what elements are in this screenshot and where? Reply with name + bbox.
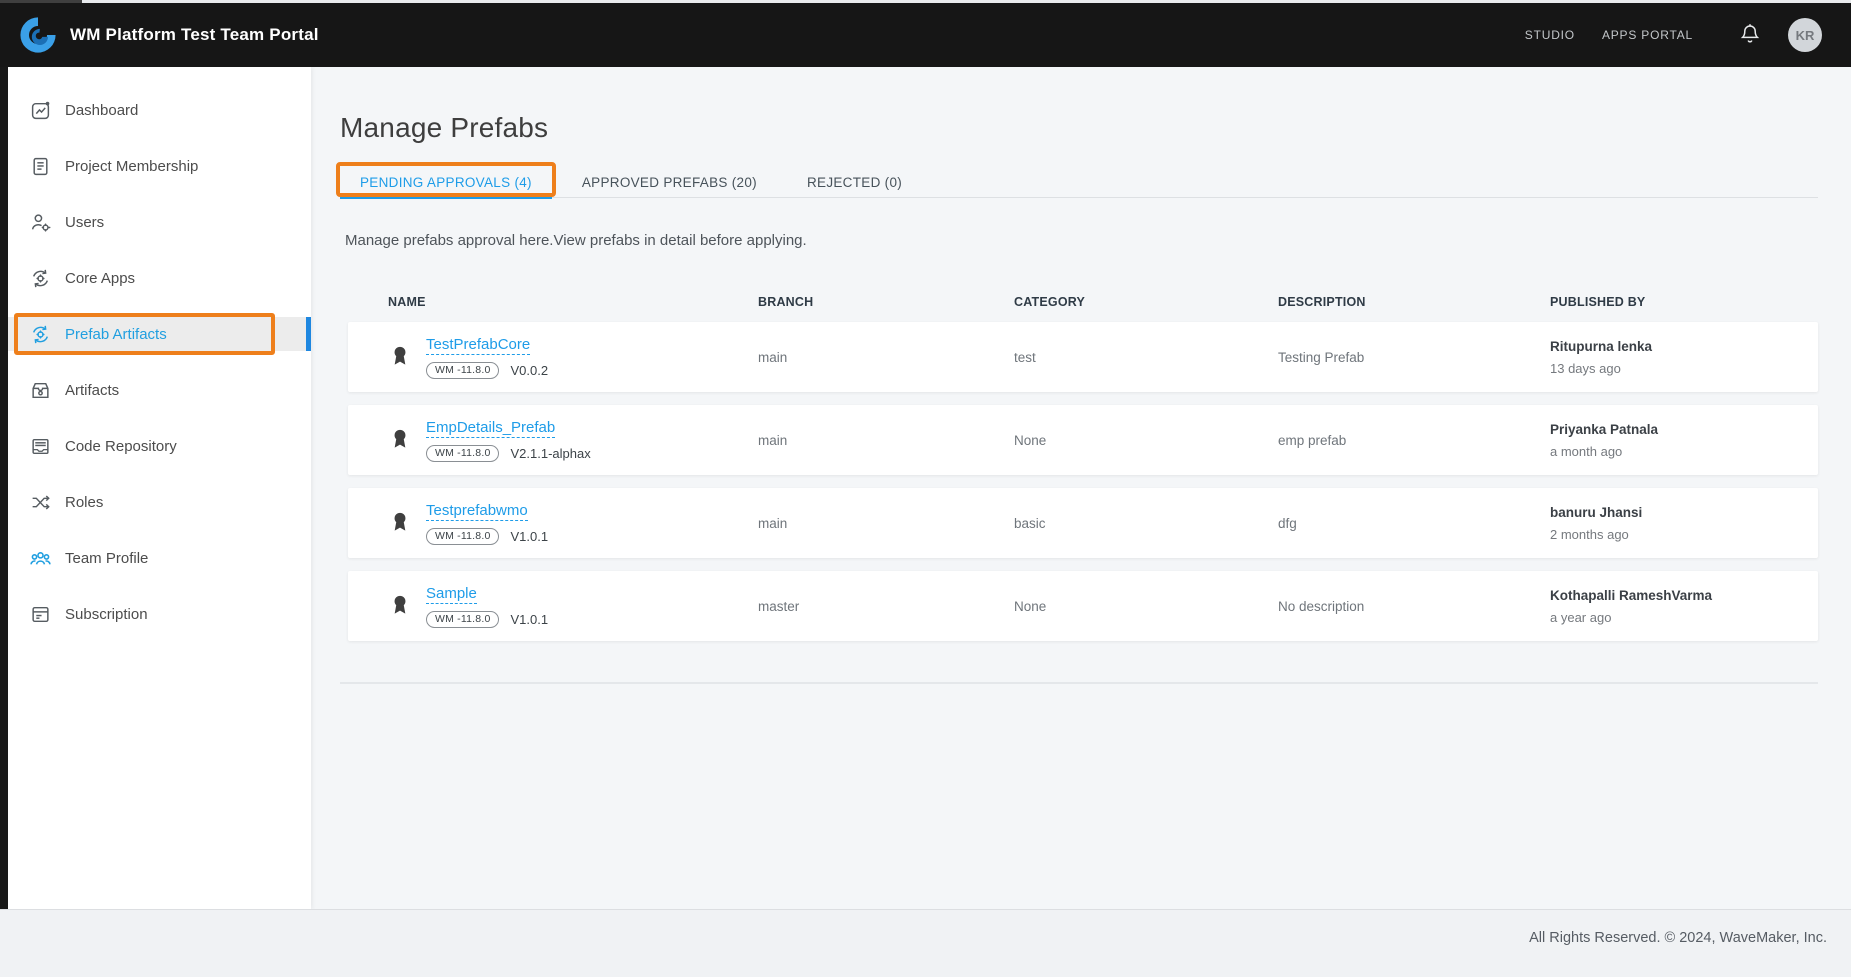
- sidebar-item-users[interactable]: Users: [0, 194, 311, 250]
- published-time: a month ago: [1550, 444, 1818, 459]
- archive-box-icon: [30, 380, 51, 401]
- sidebar-item-subscription[interactable]: Subscription: [0, 586, 311, 642]
- cell-description: dfg: [1278, 516, 1550, 531]
- prefab-version: V0.0.2: [510, 363, 548, 378]
- tab-description: Manage prefabs approval here.View prefab…: [345, 232, 1818, 249]
- prefab-name-link[interactable]: EmpDetails_Prefab: [426, 419, 555, 438]
- subscription-card-icon: [30, 604, 51, 625]
- header-name: NAME: [388, 295, 758, 309]
- prefab-name-link[interactable]: TestPrefabCore: [426, 336, 530, 355]
- header-category: CATEGORY: [1014, 295, 1278, 309]
- cell-category: None: [1014, 433, 1278, 448]
- cell-branch: main: [758, 350, 1014, 365]
- sidebar-item-roles[interactable]: Roles: [0, 474, 311, 530]
- studio-link[interactable]: STUDIO: [1525, 28, 1575, 42]
- dashboard-icon: [30, 100, 51, 121]
- wavemaker-logo-icon: [19, 16, 57, 54]
- sidebar-item-label: Core Apps: [65, 270, 135, 287]
- sidebar-item-label: Roles: [65, 494, 103, 511]
- user-gear-icon: [30, 212, 51, 233]
- table-header-row: NAME BRANCH CATEGORY DESCRIPTION PUBLISH…: [348, 295, 1818, 309]
- header-published-by: PUBLISHED BY: [1550, 295, 1818, 309]
- sidebar-item-core-apps[interactable]: Core Apps: [0, 250, 311, 306]
- award-ribbon-icon: [388, 344, 412, 370]
- cell-branch: master: [758, 599, 1014, 614]
- tabs: PENDING APPROVALS (4) APPROVED PREFABS (…: [340, 167, 1818, 198]
- cell-category: test: [1014, 350, 1278, 365]
- sidebar-item-prefab-artifacts[interactable]: Prefab Artifacts: [0, 306, 311, 362]
- award-ribbon-icon: [388, 593, 412, 619]
- repository-icon: [30, 436, 51, 457]
- sidebar-item-label: Code Repository: [65, 438, 177, 455]
- header-description: DESCRIPTION: [1278, 295, 1550, 309]
- prefab-version: V1.0.1: [510, 612, 548, 627]
- team-people-icon: [30, 548, 51, 569]
- sidebar-item-label: Project Membership: [65, 158, 198, 175]
- gear-sync-icon: [30, 268, 51, 289]
- app-title: WM Platform Test Team Portal: [70, 25, 319, 45]
- footer: All Rights Reserved. © 2024, WaveMaker, …: [0, 909, 1851, 977]
- sidebar-item-artifacts[interactable]: Artifacts: [0, 362, 311, 418]
- table-row: Sample WM -11.8.0 V1.0.1 master None No …: [348, 571, 1818, 641]
- notifications-bell-icon[interactable]: [1739, 23, 1761, 47]
- publisher-name: Kothapalli RameshVarma: [1550, 588, 1818, 603]
- tab-pending-approvals[interactable]: PENDING APPROVALS (4): [340, 167, 552, 197]
- sidebar-item-project-membership[interactable]: Project Membership: [0, 138, 311, 194]
- tab-label: APPROVED PREFABS (20): [582, 175, 757, 190]
- document-icon: [30, 156, 51, 177]
- cell-branch: main: [758, 433, 1014, 448]
- wm-version-badge: WM -11.8.0: [426, 611, 499, 628]
- cell-description: Testing Prefab: [1278, 350, 1550, 365]
- cell-description: No description: [1278, 599, 1550, 614]
- cell-category: basic: [1014, 516, 1278, 531]
- sidebar-item-team-profile[interactable]: Team Profile: [0, 530, 311, 586]
- apps-portal-link[interactable]: APPS PORTAL: [1602, 28, 1693, 42]
- prefab-name-link[interactable]: Testprefabwmo: [426, 502, 528, 521]
- table-row: Testprefabwmo WM -11.8.0 V1.0.1 main bas…: [348, 488, 1818, 558]
- sidebar-item-label: Dashboard: [65, 102, 138, 119]
- award-ribbon-icon: [388, 510, 412, 536]
- sidebar-item-code-repository[interactable]: Code Repository: [0, 418, 311, 474]
- cell-branch: main: [758, 516, 1014, 531]
- tab-approved-prefabs[interactable]: APPROVED PREFABS (20): [562, 167, 777, 197]
- wm-version-badge: WM -11.8.0: [426, 528, 499, 545]
- publisher-name: Ritupurna lenka: [1550, 339, 1818, 354]
- topbar: WM Platform Test Team Portal STUDIO APPS…: [0, 3, 1851, 67]
- content-divider: [340, 682, 1818, 684]
- wm-version-badge: WM -11.8.0: [426, 362, 499, 379]
- prefab-version: V1.0.1: [510, 529, 548, 544]
- award-ribbon-icon: [388, 427, 412, 453]
- user-avatar[interactable]: KR: [1788, 18, 1822, 52]
- prefab-name-link[interactable]: Sample: [426, 585, 477, 604]
- sidebar: Dashboard Project Membership Users Core: [0, 67, 311, 909]
- sidebar-item-label: Artifacts: [65, 382, 119, 399]
- shuffle-icon: [30, 492, 51, 513]
- prefabs-table: NAME BRANCH CATEGORY DESCRIPTION PUBLISH…: [348, 295, 1818, 641]
- prefab-gear-sync-icon: [30, 324, 51, 345]
- footer-copyright: All Rights Reserved. © 2024, WaveMaker, …: [1529, 930, 1827, 946]
- publisher-name: Priyanka Patnala: [1550, 422, 1818, 437]
- page-title: Manage Prefabs: [340, 112, 1818, 144]
- tab-rejected[interactable]: REJECTED (0): [787, 167, 922, 197]
- sidebar-item-dashboard[interactable]: Dashboard: [0, 82, 311, 138]
- sidebar-item-label: Team Profile: [65, 550, 148, 567]
- tab-label: REJECTED (0): [807, 175, 902, 190]
- sidebar-item-label: Subscription: [65, 606, 148, 623]
- published-time: 13 days ago: [1550, 361, 1818, 376]
- table-row: EmpDetails_Prefab WM -11.8.0 V2.1.1-alph…: [348, 405, 1818, 475]
- main-content: Manage Prefabs PENDING APPROVALS (4) APP…: [311, 67, 1851, 909]
- cell-description: emp prefab: [1278, 433, 1550, 448]
- cell-category: None: [1014, 599, 1278, 614]
- wm-version-badge: WM -11.8.0: [426, 445, 499, 462]
- tab-label: PENDING APPROVALS (4): [360, 175, 532, 190]
- sidebar-item-label: Users: [65, 214, 104, 231]
- header-branch: BRANCH: [758, 295, 1014, 309]
- published-time: a year ago: [1550, 610, 1818, 625]
- topbar-right: STUDIO APPS PORTAL KR: [1525, 18, 1822, 52]
- prefab-version: V2.1.1-alphax: [510, 446, 590, 461]
- table-row: TestPrefabCore WM -11.8.0 V0.0.2 main te…: [348, 322, 1818, 392]
- publisher-name: banuru Jhansi: [1550, 505, 1818, 520]
- sidebar-item-label: Prefab Artifacts: [65, 326, 167, 343]
- published-time: 2 months ago: [1550, 527, 1818, 542]
